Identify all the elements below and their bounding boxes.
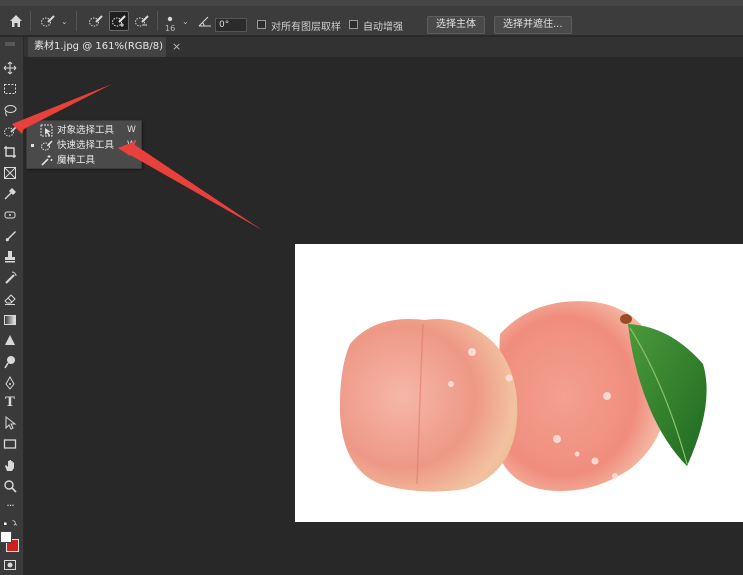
close-tab-button[interactable]: × xyxy=(172,37,181,57)
flyout-item-shortcut: W xyxy=(127,140,136,150)
frame-tool[interactable] xyxy=(2,165,18,181)
flyout-item-object-selection[interactable]: 对象选择工具 W xyxy=(27,123,143,138)
peaches-image xyxy=(339,301,707,492)
quick-selection-tool[interactable] xyxy=(2,123,18,139)
add-to-selection-button[interactable] xyxy=(109,11,129,31)
default-colors-button[interactable] xyxy=(0,515,20,531)
quick-mask-icon xyxy=(4,560,16,570)
gradient-tool[interactable] xyxy=(2,312,18,328)
toolbar-grip[interactable] xyxy=(2,41,18,47)
quick-mask-button[interactable] xyxy=(2,557,18,573)
tools-panel: T ··· xyxy=(0,37,24,575)
chevron-down-icon[interactable]: ⌄ xyxy=(61,17,68,26)
eraser-tool[interactable] xyxy=(2,291,18,307)
separator xyxy=(157,11,158,31)
healing-brush-tool[interactable] xyxy=(2,207,18,223)
move-tool[interactable] xyxy=(2,60,18,76)
pen-tool[interactable] xyxy=(2,375,18,391)
angle-input[interactable]: 0° xyxy=(215,18,247,32)
hand-icon xyxy=(5,460,14,471)
photoshop-window: ⌄ 16 ⌄ 0° 对所有图层取样 自动增强 选择主体 选择并遮住... 素材1 xyxy=(0,0,743,575)
quick-selection-icon xyxy=(41,15,55,27)
rectangle-icon xyxy=(3,439,17,449)
home-button[interactable] xyxy=(6,11,26,31)
pen-icon xyxy=(5,376,15,390)
eyedropper-tool[interactable] xyxy=(2,186,18,202)
auto-enhance-label: 自动增强 xyxy=(363,22,403,33)
select-and-mask-button[interactable]: 选择并遮住... xyxy=(494,16,572,34)
brush-icon xyxy=(5,231,16,242)
chevron-down-icon[interactable]: ⌄ xyxy=(182,17,189,26)
foreground-color-swatch[interactable] xyxy=(0,531,12,543)
frame-icon xyxy=(4,167,16,179)
ellipsis-icon: ··· xyxy=(6,498,14,512)
gradient-icon xyxy=(4,315,16,325)
crop-tool[interactable] xyxy=(2,144,18,160)
clone-stamp-tool[interactable] xyxy=(2,249,18,265)
active-tool-indicator xyxy=(31,144,34,147)
history-brush-tool[interactable] xyxy=(2,270,18,286)
separator xyxy=(30,11,31,31)
tool-preset-picker[interactable] xyxy=(38,11,58,31)
separator xyxy=(76,11,77,31)
document-tab[interactable]: 素材1.jpg @ 161%(RGB/8) xyxy=(28,37,166,57)
zoom-tool[interactable] xyxy=(2,478,18,494)
type-icon: T xyxy=(5,394,15,410)
magic-wand-icon xyxy=(41,155,53,166)
drop-icon xyxy=(5,335,15,345)
blur-tool[interactable] xyxy=(2,333,18,349)
options-bar: ⌄ 16 ⌄ 0° 对所有图层取样 自动增强 选择主体 选择并遮住... xyxy=(0,6,743,36)
sample-all-layers-label: 对所有图层取样 xyxy=(271,22,341,33)
selection-tools-flyout: 对象选择工具 W 快速选择工具 W 魔棒工具 xyxy=(26,120,142,169)
quick-selection-add-icon xyxy=(112,15,126,27)
eraser-icon xyxy=(4,294,16,305)
new-selection-mode-button[interactable] xyxy=(86,11,106,31)
magnifier-icon xyxy=(4,480,17,493)
rectangular-marquee-icon xyxy=(4,84,16,94)
crop-icon xyxy=(4,146,16,158)
dodge-tool[interactable] xyxy=(2,354,18,370)
object-selection-icon xyxy=(40,124,53,137)
flyout-item-magic-wand[interactable]: 魔棒工具 xyxy=(27,153,143,168)
angle-icon xyxy=(195,11,215,31)
brush-size-value: 16 xyxy=(165,24,176,33)
quick-selection-icon xyxy=(41,140,53,151)
flyout-item-label: 魔棒工具 xyxy=(57,155,96,166)
swap-colors-icon xyxy=(3,520,17,526)
rectangle-tool[interactable] xyxy=(2,436,18,452)
document-tab-title: 素材1.jpg @ 161%(RGB/8) xyxy=(34,41,164,52)
flyout-item-label: 快速选择工具 xyxy=(57,140,115,151)
quick-selection-subtract-icon xyxy=(135,15,149,27)
brush-dot-icon xyxy=(167,16,173,22)
document-tab-bar: 素材1.jpg @ 161%(RGB/8) × xyxy=(24,37,743,57)
arrow-pointer-icon xyxy=(5,416,17,430)
flyout-item-label: 对象选择工具 xyxy=(57,125,115,136)
path-selection-tool[interactable] xyxy=(2,415,18,431)
lasso-tool[interactable] xyxy=(2,102,18,118)
quick-selection-icon xyxy=(4,126,17,137)
select-subject-button[interactable]: 选择主体 xyxy=(427,16,485,34)
flyout-item-shortcut: W xyxy=(127,125,136,135)
document-canvas-image[interactable] xyxy=(295,244,743,522)
type-tool[interactable]: T xyxy=(2,394,18,410)
bandage-icon xyxy=(4,211,16,219)
auto-enhance-checkbox[interactable] xyxy=(349,20,358,29)
brush-tool[interactable] xyxy=(2,228,18,244)
marquee-tool[interactable] xyxy=(2,81,18,97)
history-brush-icon xyxy=(5,271,17,284)
eyedropper-icon xyxy=(4,188,16,200)
dodge-icon xyxy=(4,356,15,369)
subtract-from-selection-button[interactable] xyxy=(132,11,152,31)
move-icon xyxy=(3,61,17,75)
flyout-item-quick-selection[interactable]: 快速选择工具 W xyxy=(27,138,143,153)
edit-toolbar-button[interactable]: ··· xyxy=(2,497,18,513)
hand-tool[interactable] xyxy=(2,457,18,473)
quick-selection-icon xyxy=(89,15,103,27)
lasso-icon xyxy=(4,105,17,117)
home-icon xyxy=(10,15,22,27)
stamp-icon xyxy=(5,251,15,263)
sample-all-layers-checkbox[interactable] xyxy=(257,20,266,29)
